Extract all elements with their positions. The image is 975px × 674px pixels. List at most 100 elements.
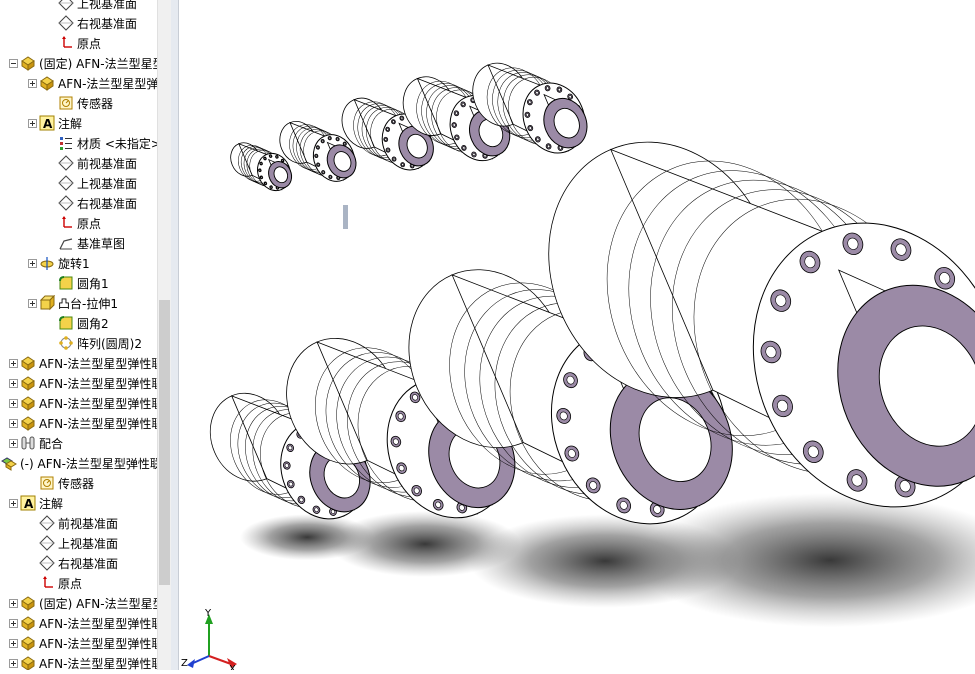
tree-item-label: 右视基准面	[58, 556, 119, 571]
expand-icon[interactable]	[9, 618, 18, 628]
expand-icon[interactable]	[9, 398, 18, 408]
feature-manager-tree: 上视基准面 右视基准面 原点 (固定) AFN-法兰型星型 AFN-法兰型星型弹 传感器 A…	[0, 0, 157, 670]
part-icon	[20, 635, 36, 651]
fillet-icon	[58, 315, 74, 331]
part-icon	[20, 595, 36, 611]
origin-icon	[58, 35, 74, 51]
expand-icon[interactable]	[9, 438, 18, 448]
tree-scrollbar[interactable]	[157, 0, 172, 670]
expand-icon[interactable]	[9, 598, 18, 608]
expand-icon[interactable]	[9, 358, 18, 368]
mate-icon	[20, 435, 36, 451]
scrollbar-thumb[interactable]	[159, 300, 170, 585]
tree-item-label: (固定) AFN-法兰型星型	[39, 596, 157, 611]
part-icon	[20, 395, 36, 411]
tree-item-label: AFN-法兰型星型弹性联	[39, 416, 157, 431]
expand-icon[interactable]	[9, 498, 18, 508]
tree-item[interactable]: A 注解	[28, 113, 82, 133]
model-scene[interactable]: Y X Z	[179, 0, 975, 674]
tree-item[interactable]: 上视基准面	[28, 533, 118, 553]
tree-item[interactable]: AFN-法兰型星型弹性联	[9, 613, 157, 633]
tree-item[interactable]: AFN-法兰型星型弹	[28, 73, 157, 93]
collapse-icon[interactable]	[9, 58, 18, 68]
tree-item-label: AFN-法兰型星型弹性联	[39, 356, 157, 371]
tree-item-label: 原点	[77, 216, 102, 231]
tree-item-label: 注解	[39, 496, 64, 511]
tree-item[interactable]: 右视基准面	[47, 13, 137, 33]
tree-item[interactable]: 上视基准面	[47, 173, 137, 193]
tree-item[interactable]: 圆角1	[47, 273, 109, 293]
expand-icon[interactable]	[9, 638, 18, 648]
tree-item[interactable]: 材质 <未指定>	[47, 133, 157, 153]
expand-icon[interactable]	[28, 298, 37, 308]
tree-item[interactable]: AFN-法兰型星型弹性联	[9, 393, 157, 413]
tree-item[interactable]: (固定) AFN-法兰型星型	[9, 53, 157, 73]
plane-icon	[58, 0, 74, 11]
tree-item[interactable]: A 注解	[9, 493, 63, 513]
annotation-icon: A	[39, 115, 55, 131]
tree-item-label: 前视基准面	[58, 516, 119, 531]
tree-item-label: AFN-法兰型星型弹性联	[39, 656, 157, 671]
tree-item[interactable]: 旋转1	[28, 253, 90, 273]
assembly-icon	[1, 455, 17, 471]
ground-shadows	[240, 493, 975, 628]
plane-icon	[58, 195, 74, 211]
triad-x-label: X	[229, 664, 236, 670]
tree-item[interactable]: 配合	[9, 433, 63, 453]
tree-item[interactable]: AFN-法兰型星型弹性联	[9, 353, 157, 373]
tree-item[interactable]: (-) AFN-法兰型星型弹性联	[0, 453, 157, 473]
expand-icon[interactable]	[28, 118, 37, 128]
tree-item[interactable]: 传感器	[47, 93, 113, 113]
panel-divider[interactable]	[171, 0, 348, 670]
tree-item[interactable]: 前视基准面	[47, 153, 137, 173]
tree-item-label: 圆角2	[77, 316, 109, 331]
material-icon	[58, 135, 74, 151]
tree-item[interactable]: 上视基准面	[47, 0, 137, 13]
tree-item-label: 配合	[39, 436, 64, 451]
tree-item[interactable]: 圆角2	[47, 313, 109, 333]
part-icon	[39, 75, 55, 91]
expand-icon[interactable]	[9, 658, 18, 668]
tree-item[interactable]: 基准草图	[47, 233, 125, 253]
tree-item-label: 上视基准面	[77, 0, 138, 11]
tree-item[interactable]: 传感器	[28, 473, 94, 493]
annotation-icon: A	[20, 495, 36, 511]
tree-item-label: 阵列(圆周)2	[77, 336, 142, 351]
origin-icon	[39, 575, 55, 591]
tree-item-label: (固定) AFN-法兰型星型	[39, 56, 157, 71]
svg-text:A: A	[43, 117, 53, 131]
tree-item-label: (-) AFN-法兰型星型弹性联	[20, 456, 157, 471]
expand-icon[interactable]	[9, 378, 18, 388]
plane-icon	[39, 555, 55, 571]
tree-item-label: 右视基准面	[77, 16, 138, 31]
tree-item[interactable]: 原点	[47, 213, 101, 233]
expand-icon[interactable]	[28, 258, 37, 268]
tree-item[interactable]: AFN-法兰型星型弹性联	[9, 413, 157, 433]
tree-item[interactable]: AFN-法兰型星型弹性联	[9, 633, 157, 653]
expand-icon[interactable]	[28, 78, 37, 88]
tree-item[interactable]: AFN-法兰型星型弹性联	[9, 373, 157, 393]
tree-item[interactable]: AFN-法兰型星型弹性联	[9, 653, 157, 670]
tree-item[interactable]: 阵列(圆周)2	[47, 333, 142, 353]
plane-icon	[39, 535, 55, 551]
expand-icon[interactable]	[9, 418, 18, 428]
tree-item[interactable]: (固定) AFN-法兰型星型	[9, 593, 157, 613]
tree-item[interactable]: 右视基准面	[28, 553, 118, 573]
sensor-icon	[58, 95, 74, 111]
part-icon	[20, 375, 36, 391]
tree-item-label: AFN-法兰型星型弹性联	[39, 396, 157, 411]
tree-item-label: 注解	[58, 116, 83, 131]
tree-item[interactable]: 右视基准面	[47, 193, 137, 213]
tree-item-label: 圆角1	[77, 276, 109, 291]
triad-z-label: Z	[181, 658, 188, 669]
tree-item-label: 材质 <未指定>	[77, 136, 157, 151]
tree-item[interactable]: 原点	[47, 33, 101, 53]
pattern-icon	[58, 335, 74, 351]
graphics-viewport[interactable]: Y X Z	[179, 0, 975, 674]
tree-item[interactable]: 原点	[28, 573, 82, 593]
tree-item-label: AFN-法兰型星型弹	[58, 76, 157, 91]
tree-item[interactable]: 前视基准面	[28, 513, 118, 533]
tree-item[interactable]: 凸台-拉伸1	[28, 293, 118, 313]
svg-text:A: A	[24, 497, 34, 511]
extrude-icon	[39, 295, 55, 311]
